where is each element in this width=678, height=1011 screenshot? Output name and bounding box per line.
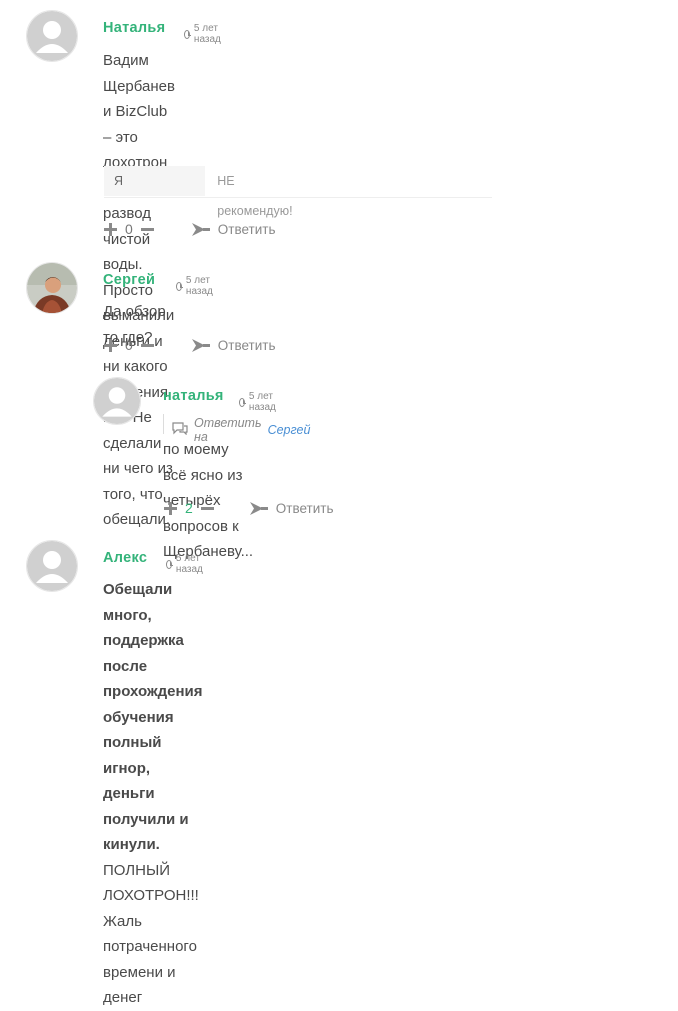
clock-icon (184, 29, 191, 39)
reply-arrow-icon (191, 222, 210, 236)
reply-button[interactable]: Ответить (191, 338, 276, 353)
plus-icon[interactable] (104, 222, 117, 236)
plus-icon[interactable] (104, 338, 117, 352)
reply-button[interactable]: Ответить (191, 222, 276, 237)
rating-label: Я (104, 166, 206, 196)
reply-arrow-icon (249, 501, 268, 515)
reply-to-bar (163, 414, 164, 434)
quote-reply-icon (172, 422, 188, 438)
comment-date[interactable]: 5 лет назад (166, 553, 206, 575)
comment-text: Обещали много, поддержка после прохожден… (103, 581, 203, 1006)
comment-date[interactable]: 5 лет назад (239, 391, 279, 413)
comment-author[interactable]: Наталья (103, 20, 165, 36)
minus-icon[interactable] (200, 506, 214, 510)
reply-arrow-icon (191, 338, 210, 352)
vote-count: 0 (125, 337, 133, 353)
user-photo-avatar[interactable] (26, 262, 78, 314)
clock-icon (166, 559, 173, 569)
default-avatar-icon[interactable] (93, 377, 141, 425)
vote-count: 0 (125, 221, 133, 237)
comment-actions: 2 Ответить (164, 500, 334, 516)
plus-icon[interactable] (164, 501, 177, 515)
reply-button[interactable]: Ответить (249, 501, 334, 516)
comment-author[interactable]: Алекс (103, 550, 147, 566)
rating-value: НЕ рекомендую! (217, 174, 293, 218)
default-avatar-icon[interactable] (26, 10, 78, 62)
comment-actions: 0 Ответить (104, 337, 276, 353)
vote-count: 2 (185, 500, 193, 516)
reply-target-name[interactable]: Сергей (268, 423, 311, 437)
divider (104, 197, 492, 198)
minus-icon[interactable] (140, 343, 154, 347)
comment-actions: 0 Ответить (104, 221, 276, 237)
default-avatar-icon[interactable] (26, 540, 78, 592)
clock-icon (239, 397, 246, 407)
rating-field: Я НЕ рекомендую! (104, 166, 303, 218)
comment-date[interactable]: 5 лет назад (184, 23, 224, 45)
minus-icon[interactable] (140, 227, 154, 231)
clock-icon (176, 281, 183, 291)
comment-author[interactable]: Сергей (103, 272, 155, 288)
comment-date[interactable]: 5 лет назад (176, 275, 216, 297)
comment-author[interactable]: наталья (163, 388, 224, 404)
